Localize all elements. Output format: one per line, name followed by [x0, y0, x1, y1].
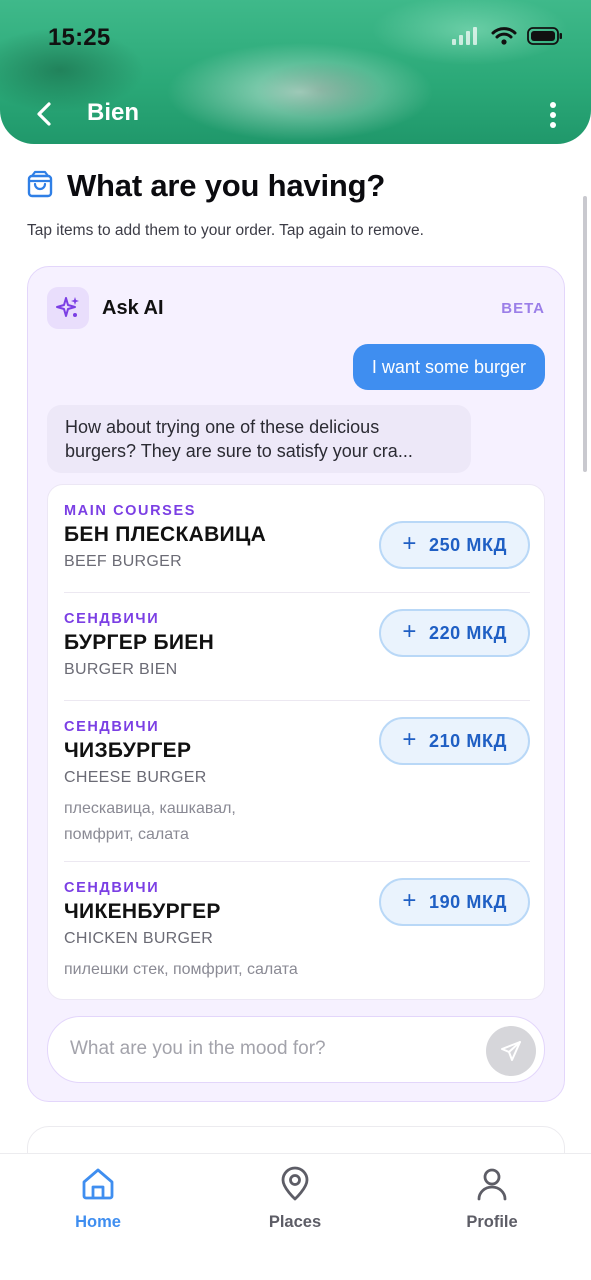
page-heading: What are you having?	[27, 168, 385, 204]
item-category: MAIN COURSES	[64, 503, 196, 519]
header-banner: 15:25 Bien	[0, 0, 591, 144]
nav-places-label: Places	[268, 1213, 322, 1231]
list-item[interactable]: СЕНДВИЧИ ЧИЗБУРГЕР CHEESE BURGER плескав…	[64, 717, 530, 848]
header-nav: Bien	[0, 92, 591, 136]
item-description: пилешки стек, помфрит, салата	[64, 961, 298, 978]
battery-icon	[527, 26, 563, 51]
ai-chat-input-wrapper	[47, 1016, 545, 1083]
assistant-message-line: How about trying one of these delicious	[65, 417, 380, 437]
back-chevron-icon[interactable]	[28, 96, 60, 132]
item-english-name: CHEESE BURGER	[64, 769, 207, 786]
status-time: 15:25	[48, 24, 111, 51]
send-icon[interactable]	[486, 1026, 536, 1076]
scrollbar[interactable]	[583, 196, 587, 472]
item-english-name: BURGER BIEN	[64, 661, 178, 678]
list-item[interactable]: СЕНДВИЧИ БУРГЕР БИЕН BURGER BIEN + 220 М…	[64, 609, 530, 679]
bottom-nav: Home Places Profile	[0, 1153, 591, 1280]
add-item-button[interactable]: + 210 МКД	[379, 717, 530, 765]
status-bar: 15:25	[0, 0, 591, 70]
nav-home[interactable]: Home	[43, 1166, 153, 1232]
place-title: Bien	[87, 99, 140, 126]
plus-icon: +	[402, 887, 417, 914]
user-message-bubble: I want some burger	[352, 344, 545, 390]
sparkles-icon	[47, 287, 89, 329]
item-english-name: CHICKEN BURGER	[64, 930, 214, 947]
divider	[64, 592, 530, 593]
item-price: 250 МКД	[428, 534, 507, 555]
add-item-button[interactable]: + 220 МКД	[379, 609, 530, 657]
ask-ai-card: Ask AI BETA I want some burger How about…	[27, 266, 565, 1102]
item-price: 210 МКД	[428, 730, 507, 751]
item-description: плескавица, кашкавал, помфрит, салата	[64, 800, 236, 843]
nav-profile[interactable]: Profile	[437, 1166, 547, 1232]
user-icon	[474, 1166, 510, 1207]
beta-badge: BETA	[501, 300, 545, 317]
item-price: 190 МКД	[428, 891, 507, 912]
ai-chat-input[interactable]	[70, 1017, 470, 1081]
plus-icon: +	[402, 530, 417, 557]
assistant-message-bubble: How about trying one of these delicious …	[47, 405, 471, 473]
more-vertical-icon[interactable]	[543, 98, 563, 132]
wifi-icon	[491, 26, 517, 51]
add-item-button[interactable]: + 250 МКД	[379, 521, 530, 569]
ask-ai-header: Ask AI	[47, 287, 164, 329]
nav-places[interactable]: Places	[240, 1166, 350, 1232]
list-item[interactable]: MAIN COURSES БЕН ПЛЕСКАВИЦА BEEF BURGER …	[64, 503, 530, 571]
ask-ai-title: Ask AI	[102, 296, 164, 319]
divider	[64, 700, 530, 701]
shopping-bag-icon	[27, 170, 53, 203]
assistant-message-line: burgers? They are sure to satisfy your c…	[65, 441, 413, 461]
item-price: 220 МКД	[428, 622, 507, 643]
home-icon	[80, 1166, 116, 1207]
nav-home-label: Home	[75, 1213, 121, 1231]
suggested-items-list: MAIN COURSES БЕН ПЛЕСКАВИЦА BEEF BURGER …	[47, 484, 545, 1000]
nav-profile-label: Profile	[466, 1213, 518, 1231]
map-pin-icon	[277, 1166, 313, 1207]
page-title: What are you having?	[67, 168, 386, 203]
plus-icon: +	[402, 726, 417, 753]
status-icons	[451, 26, 563, 51]
list-item[interactable]: СЕНДВИЧИ ЧИКЕНБУРГЕР CHICKEN BURGER пиле…	[64, 878, 530, 983]
signal-icon	[451, 26, 481, 51]
page-subtitle: Tap items to add them to your order. Tap…	[27, 222, 424, 239]
divider	[64, 861, 530, 862]
add-item-button[interactable]: + 190 МКД	[379, 878, 530, 926]
plus-icon: +	[402, 618, 417, 645]
